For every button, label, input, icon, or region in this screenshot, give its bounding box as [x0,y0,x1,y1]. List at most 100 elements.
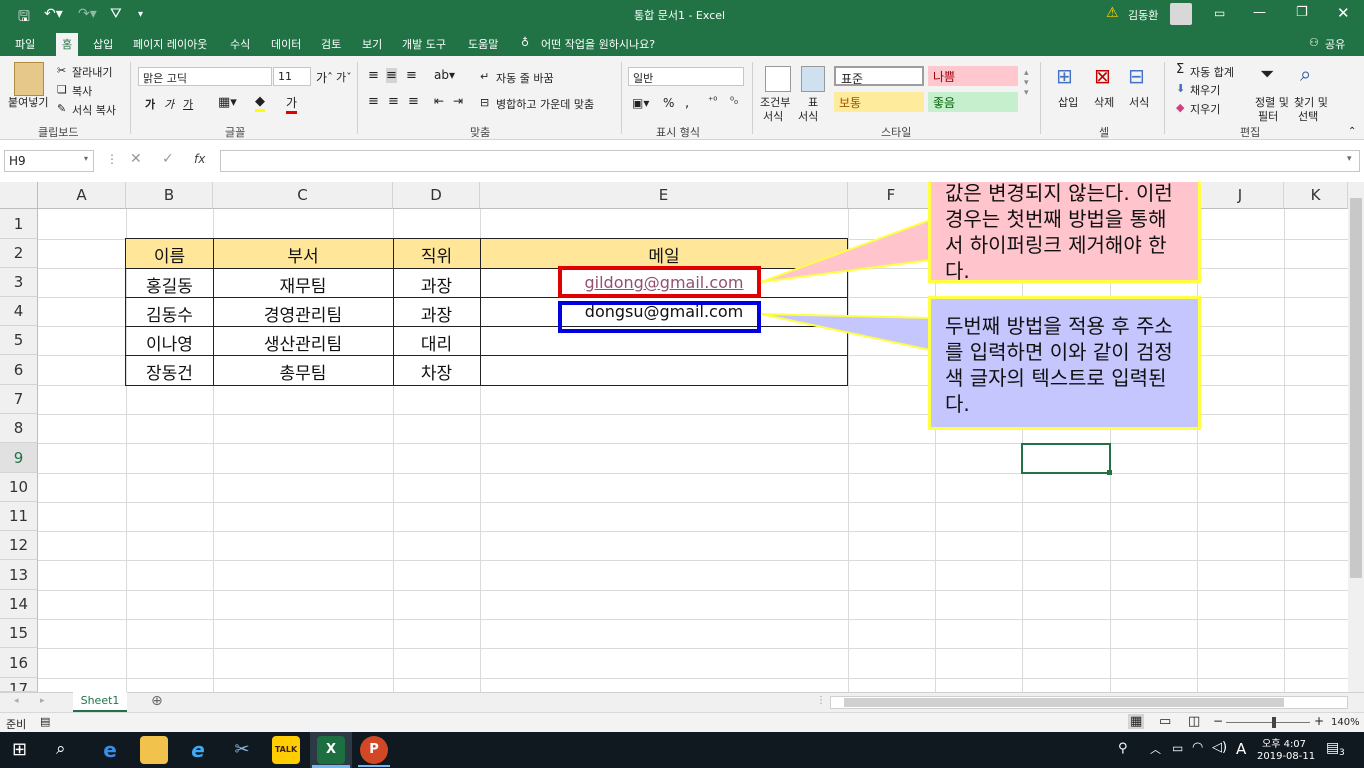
tray-expand-icon[interactable]: ︿ [1150,741,1161,757]
tab-home[interactable]: 홈 [56,33,79,56]
paste-button[interactable]: 붙여넣기 [8,94,48,110]
name-box-dropdown-icon[interactable]: ▾ [84,154,88,163]
ime-indicator[interactable]: A [1236,740,1246,758]
tab-developer[interactable]: 개발 도구 [402,36,446,52]
share-button[interactable]: 공유 [1325,36,1345,52]
sort-filter-icon[interactable]: ⏷ [1260,64,1274,85]
cut-button[interactable]: 잘라내기 [72,64,112,80]
redo-icon[interactable]: ↷▾ [78,6,97,22]
fill-button[interactable]: 채우기 [1190,82,1220,98]
align-right-icon[interactable]: ≡ [408,94,419,109]
clear-button[interactable]: 지우기 [1190,101,1220,117]
italic-button[interactable]: 가 [164,96,174,112]
warning-icon[interactable]: ⚠ [1106,5,1119,21]
volume-icon[interactable]: ◁) [1212,740,1227,755]
tab-help[interactable]: 도움말 [468,36,498,52]
autosum-icon[interactable]: Σ [1176,62,1184,77]
excel-icon[interactable]: X [317,736,345,764]
user-name[interactable]: 김동환 [1128,7,1158,23]
worksheet[interactable]: A B C D E F G H I J K 1 2 3 4 5 6 7 8 9 … [0,182,1364,692]
ribbon-display-icon[interactable]: ▭ [1214,6,1225,20]
next-sheet-icon[interactable]: ▸ [40,696,45,706]
selected-cell-h9[interactable] [1021,443,1111,474]
snipping-tool-icon[interactable]: ✂ [228,736,256,764]
align-middle-icon[interactable]: ≡ [386,68,397,83]
wifi-icon[interactable]: ◠ [1192,740,1203,755]
minimize-icon[interactable]: — [1253,5,1266,20]
conditional-formatting-icon[interactable] [765,66,791,92]
touch-mode-icon[interactable]: ⛛ [110,6,122,22]
conditional-formatting-sub[interactable]: 서식 [763,108,783,124]
orientation-icon[interactable]: ab▾ [434,68,455,82]
increase-indent-icon[interactable]: ⇥ [453,94,463,108]
font-size-select[interactable]: 11 [273,67,311,86]
name-box[interactable]: H9 [4,150,94,172]
decrease-decimal-icon[interactable]: ⁰₀ [730,96,738,107]
customize-qat-icon[interactable]: ▾ [138,9,143,20]
tab-formulas[interactable]: 수식 [230,36,250,52]
autosum-button[interactable]: 자동 합계 [1190,64,1234,80]
prev-sheet-icon[interactable]: ◂ [14,696,19,706]
zoom-slider[interactable] [1226,722,1310,723]
comma-button[interactable]: , [685,96,689,111]
sheet-tab-sheet1[interactable]: Sheet1 [73,692,127,712]
edge-icon[interactable]: e [96,736,124,764]
style-neutral[interactable]: 보통 [834,92,924,112]
font-shrink-icon[interactable]: 가ˇ [336,69,352,85]
border-icon[interactable]: ▦▾ [218,95,237,110]
vertical-scroll-thumb[interactable] [1350,198,1362,578]
kakaotalk-icon[interactable]: TALK [272,736,300,764]
tab-view[interactable]: 보기 [362,36,382,52]
clear-icon[interactable]: ◆ [1176,101,1184,114]
fill-icon[interactable]: ⬇ [1176,82,1185,95]
style-normal[interactable]: 표준 [834,66,924,86]
normal-view-icon[interactable]: ▦ [1128,714,1145,729]
format-painter-icon[interactable]: ✎ [57,102,66,115]
share-icon[interactable]: ⚇ [1309,36,1319,49]
font-name-select[interactable]: 맑은 고딕 [138,67,272,86]
font-grow-icon[interactable]: 가ˆ [316,69,333,86]
delete-cells-icon[interactable]: ⊠ [1094,64,1111,88]
notification-icon[interactable]: ▤ [1326,740,1339,756]
delete-cells-button[interactable]: 삭제 [1094,94,1114,110]
decrease-indent-icon[interactable]: ⇤ [434,94,444,108]
copy-icon[interactable]: ❏ [57,83,67,96]
horizontal-scroll-thumb[interactable] [844,698,1284,707]
underline-button[interactable]: 가 [183,96,193,112]
add-sheet-button[interactable]: ⊕ [151,693,163,709]
paste-icon[interactable] [14,62,44,96]
save-icon[interactable]: 🖫 [18,6,30,30]
increase-decimal-icon[interactable]: ⁺⁰ [708,96,717,107]
format-as-table-icon[interactable] [801,66,825,92]
macro-record-icon[interactable]: ▤ [40,715,50,728]
sort-filter-sub[interactable]: 필터 [1258,108,1278,124]
battery-icon[interactable]: ▭ [1172,741,1183,755]
zoom-in-button[interactable]: + [1314,714,1324,728]
cut-icon[interactable]: ✂ [57,64,66,77]
align-center-icon[interactable]: ≡ [388,94,399,109]
number-format-select[interactable]: 일반 [628,67,744,86]
tab-file[interactable]: 파일 [15,36,35,52]
insert-cells-icon[interactable]: ⊞ [1056,64,1073,88]
tell-me-input[interactable]: 어떤 작업을 원하시나요? [541,36,655,52]
ie-icon[interactable]: e [184,736,212,764]
tab-insert[interactable]: 삽입 [93,36,113,52]
format-as-table-sub[interactable]: 서식 [798,108,818,124]
enter-icon[interactable]: ✓ [162,151,174,167]
avatar[interactable] [1170,3,1192,25]
fill-color-icon[interactable]: ◆ [255,94,265,112]
find-select-sub[interactable]: 선택 [1298,108,1318,124]
zoom-level[interactable]: 140% [1331,717,1360,728]
insert-function-button[interactable]: fx [194,152,205,166]
font-color-icon[interactable]: 가 [286,94,298,114]
merge-center-button[interactable]: 병합하고 가운데 맞춤 [496,96,594,112]
format-painter-button[interactable]: 서식 복사 [72,102,116,118]
powerpoint-icon[interactable]: P [360,736,388,764]
windows-start-icon[interactable]: ⊞ [12,739,27,760]
format-cells-button[interactable]: 서식 [1129,94,1149,110]
clock-time[interactable]: 오후 4:07 [1262,735,1306,750]
styles-scroll-icon[interactable]: ▴ ▾ ▾ [1024,68,1029,98]
find-select-icon[interactable]: ⌕ [1300,62,1311,86]
align-bottom-icon[interactable]: ≡ [406,68,417,83]
align-left-icon[interactable]: ≡ [368,94,379,109]
